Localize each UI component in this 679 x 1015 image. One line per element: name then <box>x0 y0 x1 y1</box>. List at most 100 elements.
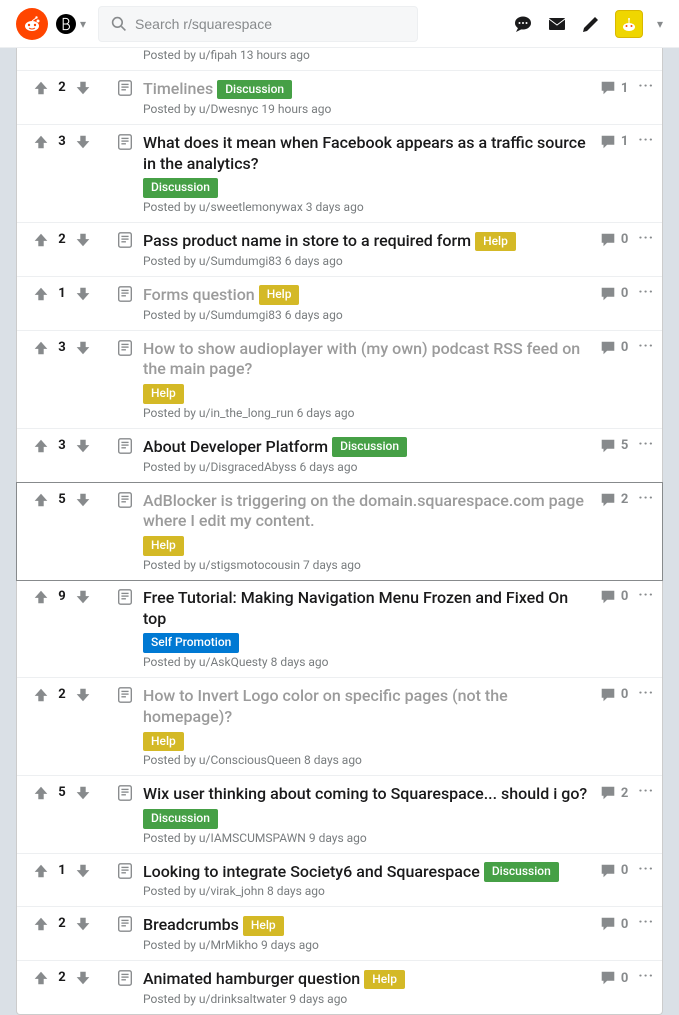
post-author[interactable]: u/drinksaltwater <box>199 992 287 1006</box>
post-flair[interactable]: Help <box>243 916 284 936</box>
post-row[interactable]: 5 AdBlocker is triggering on the domain.… <box>16 482 663 581</box>
post-author[interactable]: u/in_the_long_run <box>199 406 294 420</box>
post-flair[interactable]: Help <box>143 536 184 556</box>
user-avatar[interactable] <box>615 10 643 38</box>
more-options-button[interactable]: ··· <box>638 231 654 245</box>
comments-button[interactable]: 1 <box>599 133 628 151</box>
upvote-button[interactable] <box>32 437 50 455</box>
post-row[interactable]: 3 About Developer Platform Discussion Po… <box>17 429 662 483</box>
post-flair[interactable]: Self Promotion <box>143 633 239 653</box>
more-options-button[interactable]: ··· <box>638 969 654 983</box>
upvote-button[interactable] <box>32 686 50 704</box>
comments-button[interactable]: 0 <box>599 862 628 880</box>
post-title[interactable]: Free Tutorial: Making Navigation Menu Fr… <box>143 588 591 630</box>
more-options-button[interactable]: ··· <box>638 79 654 93</box>
downvote-button[interactable] <box>74 231 92 249</box>
post-author[interactable]: u/IAMSCUMSPAWN <box>199 831 306 845</box>
post-author[interactable]: u/ConsciousQueen <box>199 753 301 767</box>
post-author[interactable]: u/Sumdumgi83 <box>199 308 282 322</box>
post-flair[interactable]: Help <box>259 285 300 305</box>
downvote-button[interactable] <box>74 588 92 606</box>
downvote-button[interactable] <box>74 437 92 455</box>
more-options-button[interactable]: ··· <box>638 285 654 299</box>
downvote-button[interactable] <box>74 491 92 509</box>
post-author[interactable]: u/Dwesnyc <box>199 102 259 116</box>
more-options-button[interactable]: ··· <box>638 491 654 505</box>
post-title[interactable]: Forms question <box>143 285 255 306</box>
post-author[interactable]: u/sweetlemonywax <box>199 200 303 214</box>
upvote-button[interactable] <box>32 231 50 249</box>
post-row[interactable]: 3 What does it mean when Facebook appear… <box>17 125 662 223</box>
post-title[interactable]: How to show audioplayer with (my own) po… <box>143 339 591 381</box>
more-options-button[interactable]: ··· <box>638 862 654 876</box>
search-input[interactable] <box>135 16 405 32</box>
post-author[interactable]: u/DisgracedAbyss <box>199 460 297 474</box>
comments-button[interactable]: 0 <box>599 231 628 249</box>
upvote-button[interactable] <box>32 339 50 357</box>
comments-button[interactable]: 1 <box>599 79 628 97</box>
downvote-button[interactable] <box>74 915 92 933</box>
post-flair[interactable]: Help <box>475 232 516 252</box>
comments-button[interactable]: 2 <box>599 491 628 509</box>
upvote-button[interactable] <box>32 79 50 97</box>
post-author[interactable]: u/fipah <box>199 48 237 62</box>
more-options-button[interactable]: ··· <box>638 588 654 602</box>
post-flair[interactable]: Discussion <box>217 80 292 100</box>
comments-button[interactable]: 0 <box>599 339 628 357</box>
comments-button[interactable]: 2 <box>599 784 628 802</box>
post-title[interactable]: Timelines <box>143 79 213 100</box>
comments-button[interactable]: 0 <box>599 588 628 606</box>
upvote-button[interactable] <box>32 588 50 606</box>
comments-button[interactable]: 0 <box>599 969 628 987</box>
post-row[interactable]: 2 Animated hamburger question Help Poste… <box>17 961 662 1014</box>
create-post-icon[interactable] <box>581 14 601 34</box>
more-options-button[interactable]: ··· <box>638 686 654 700</box>
post-flair[interactable]: Discussion <box>143 809 218 829</box>
downvote-button[interactable] <box>74 79 92 97</box>
upvote-button[interactable] <box>32 862 50 880</box>
post-row[interactable]: 3 How to show audioplayer with (my own) … <box>17 331 662 429</box>
upvote-button[interactable] <box>32 133 50 151</box>
post-row[interactable]: 2 Breadcrumbs Help Posted by u/MrMikho 9… <box>17 907 662 961</box>
more-options-button[interactable]: ··· <box>638 915 654 929</box>
post-title[interactable]: Animated hamburger question <box>143 969 360 990</box>
comments-button[interactable]: 0 <box>599 915 628 933</box>
more-options-button[interactable]: ··· <box>638 437 654 451</box>
post-title[interactable]: Looking to integrate Society6 and Square… <box>143 862 480 883</box>
downvote-button[interactable] <box>74 285 92 303</box>
post-row[interactable]: 1 Looking to integrate Society6 and Squa… <box>17 854 662 908</box>
upvote-button[interactable] <box>32 915 50 933</box>
post-flair[interactable]: Discussion <box>484 862 559 882</box>
subreddit-icon[interactable] <box>56 14 76 34</box>
upvote-button[interactable] <box>32 784 50 802</box>
user-menu-chevron-icon[interactable]: ▾ <box>657 17 663 31</box>
downvote-button[interactable] <box>74 339 92 357</box>
post-row[interactable]: 1 Forms question Help Posted by u/Sumdum… <box>17 277 662 331</box>
post-author[interactable]: u/MrMikho <box>199 938 258 952</box>
post-row[interactable]: 2 Pass product name in store to a requir… <box>17 223 662 277</box>
post-title[interactable]: Breadcrumbs <box>143 915 239 936</box>
post-row[interactable]: 2 Timelines Discussion Posted by u/Dwesn… <box>17 71 662 125</box>
comments-button[interactable]: 5 <box>599 437 628 455</box>
post-author[interactable]: u/stigsmotocousin <box>199 558 300 572</box>
post-flair[interactable]: Discussion <box>332 437 407 457</box>
post-title[interactable]: Pass product name in store to a required… <box>143 231 471 252</box>
downvote-button[interactable] <box>74 784 92 802</box>
mail-icon[interactable] <box>547 14 567 34</box>
more-options-button[interactable]: ··· <box>638 784 654 798</box>
more-options-button[interactable]: ··· <box>638 133 654 147</box>
upvote-button[interactable] <box>32 491 50 509</box>
post-flair[interactable]: Help <box>364 970 405 990</box>
post-flair[interactable]: Help <box>143 732 184 752</box>
post-flair[interactable]: Help <box>143 384 184 404</box>
post-title[interactable]: What does it mean when Facebook appears … <box>143 133 591 175</box>
downvote-button[interactable] <box>74 969 92 987</box>
post-author[interactable]: u/Sumdumgi83 <box>199 254 282 268</box>
upvote-button[interactable] <box>32 285 50 303</box>
post-flair[interactable]: Discussion <box>143 178 218 198</box>
downvote-button[interactable] <box>74 862 92 880</box>
upvote-button[interactable] <box>32 969 50 987</box>
post-author[interactable]: u/virak_john <box>199 884 264 898</box>
post-title[interactable]: About Developer Platform <box>143 437 328 458</box>
post-title[interactable]: Wix user thinking about coming to Square… <box>143 784 587 805</box>
